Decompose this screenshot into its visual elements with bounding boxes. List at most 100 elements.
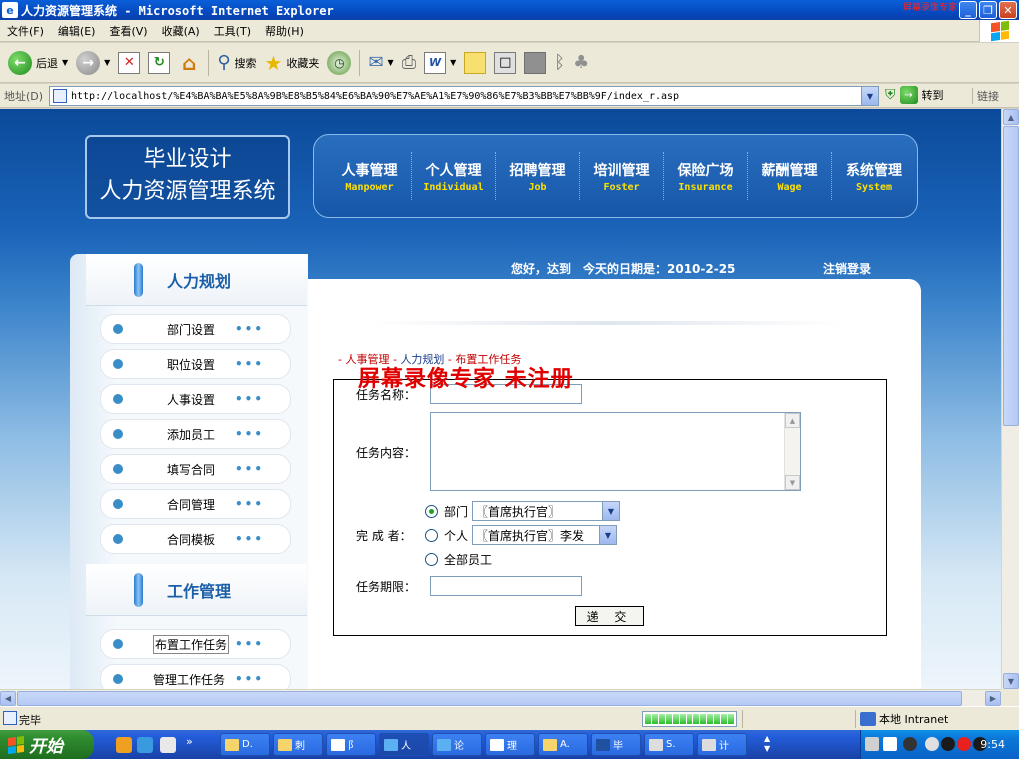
qq-icon[interactable] [941,737,955,751]
sidebar-item-contract-template[interactable]: 合同模板 ••• [100,524,291,554]
department-select[interactable]: 〖首席执行官〗 ▼ [472,501,620,521]
deadline-input[interactable] [430,576,582,596]
tool-button-2[interactable] [520,47,550,79]
menu-edit[interactable]: 编辑(E) [51,23,103,39]
sidebar-item-contract-manage[interactable]: 合同管理 ••• [100,489,291,519]
scroll-up-icon[interactable]: ▲ [1003,109,1019,125]
scroll-right-icon[interactable]: ▶ [985,691,1001,706]
ie-icon: e [2,2,18,18]
go-button[interactable]: ⛨ → 转到 [885,86,944,104]
notes-button[interactable] [460,47,490,79]
sidebar-item-fill-contract[interactable]: 填写合同 ••• [100,454,291,484]
chevron-right-icon[interactable]: » [186,735,193,748]
person-select[interactable]: 〖首席执行官〗李发 ▼ [472,525,617,545]
nav-wage[interactable]: 薪酬管理 Wage [748,152,832,200]
menu-help[interactable]: 帮助(H) [258,23,311,39]
menu-file[interactable]: 文件(F) [0,23,51,39]
quicklaunch-icon[interactable] [116,737,132,753]
scroll-up-icon[interactable]: ▲ [785,413,800,428]
sidebar-item-add-employee[interactable]: 添加员工 ••• [100,419,291,449]
taskbar-item-8[interactable]: 毕 [591,733,641,756]
taskbar-item-4[interactable]: 人 [379,733,429,756]
menu-tools[interactable]: 工具(T) [207,23,258,39]
submit-button[interactable]: 递 交 [575,606,644,626]
pill-icon [134,262,143,297]
task-content-textarea[interactable]: ▲ ▼ [430,412,801,491]
messenger-button[interactable]: ♣ [569,47,593,79]
taskbar-item-5[interactable]: 论 [432,733,482,756]
page-icon [53,89,67,103]
taskbar-item-1[interactable]: D. [220,733,270,756]
favorites-button[interactable]: ★ 收藏夹 [261,47,324,79]
bluetooth-button[interactable]: ᛒ [550,47,569,79]
history-icon: ◷ [327,50,352,75]
mail-button[interactable]: ✉ ▼ [364,47,397,79]
links-button[interactable]: 链接 [972,88,999,104]
scroll-down-icon[interactable]: ▼ [785,475,800,490]
taskbar-scroll[interactable]: ▲ ▼ [764,734,770,754]
sidebar-item-assign-task[interactable]: 布置工作任务 ••• [100,629,291,659]
scroll-thumb[interactable] [17,691,962,706]
minimize-button[interactable]: _ [959,1,977,19]
search-button[interactable]: ⚲ 搜索 [213,47,260,79]
computer-icon [702,738,716,751]
refresh-button[interactable]: ↻ [144,47,174,79]
chevron-down-icon: ▼ [602,502,619,520]
bullet-icon [113,639,123,649]
forward-button[interactable]: → ▼ [72,47,114,79]
tool-button-1[interactable]: □ [490,47,520,79]
nav-system[interactable]: 系统管理 System [832,152,916,200]
textarea-scrollbar[interactable]: ▲ ▼ [784,413,800,490]
radio-person[interactable] [425,529,438,542]
menu-favorites[interactable]: 收藏(A) [155,23,207,39]
stop-button[interactable]: ✕ [114,47,144,79]
arrow-icon[interactable] [925,737,939,751]
logout-link[interactable]: 注销登录 [823,260,871,277]
nav-insurance[interactable]: 保险广场 Insurance [664,152,748,200]
taskbar-item-7[interactable]: A. [538,733,588,756]
bullet-icon [113,394,123,404]
taskbar-item-2[interactable]: 刺 [273,733,323,756]
folder-icon [225,738,239,751]
nav-individual[interactable]: 个人管理 Individual [412,152,496,200]
scroll-down-icon[interactable]: ▼ [1003,673,1019,689]
bullet-icon [113,499,123,509]
maximize-button[interactable]: ❐ [979,1,997,19]
horizontal-scrollbar[interactable]: ◀ ▶ [0,689,1001,706]
scroll-thumb[interactable] [1003,126,1019,426]
address-input[interactable]: http://localhost/%E4%BA%BA%E5%8A%9B%E8%B… [49,86,879,106]
taskbar-item-3[interactable]: 阝 [326,733,376,756]
taskbar-item-6[interactable]: 理 [485,733,535,756]
edit-button[interactable]: W ▼ [420,47,460,79]
radio-all-employees[interactable] [425,553,438,566]
quicklaunch-icon[interactable] [160,737,176,753]
sidebar-item-manage-task[interactable]: 管理工作任务 ••• [100,664,291,689]
close-button[interactable]: ✕ [999,1,1017,19]
chevron-down-icon: ▼ [450,58,457,67]
greeting-text: 您好，达到 今天的日期是：2010-2-25 [511,262,736,276]
menu-view[interactable]: 查看(V) [102,23,154,39]
scroll-left-icon[interactable]: ◀ [0,691,16,706]
taskbar-item-10[interactable]: 计 [697,733,747,756]
nav-foster[interactable]: 培训管理 Foster [580,152,664,200]
back-button[interactable]: ← 后退 ▼ [4,47,72,79]
vertical-scrollbar[interactable]: ▲ ▼ [1001,109,1019,689]
home-button[interactable]: ⌂ [174,47,204,79]
keyboard-icon[interactable] [865,737,879,751]
volume-icon[interactable] [903,737,917,751]
quicklaunch-icon[interactable] [137,737,153,753]
history-button[interactable]: ◷ [323,47,355,79]
qq-icon[interactable] [957,737,971,751]
print-button[interactable]: ⎙ [398,47,420,79]
home-icon: ⌂ [182,50,197,75]
taskbar-item-9[interactable]: S. [644,733,694,756]
nav-manpower[interactable]: 人事管理 Manpower [328,152,412,200]
chevron-down-icon[interactable]: ▼ [861,87,878,105]
radio-department[interactable] [425,505,438,518]
nav-job[interactable]: 招聘管理 Job [496,152,580,200]
sidebar-item-department[interactable]: 部门设置 ••• [100,314,291,344]
sidebar-item-personnel[interactable]: 人事设置 ••• [100,384,291,414]
start-button[interactable]: 开始 [0,730,94,759]
help-icon[interactable] [883,737,897,751]
sidebar-item-position[interactable]: 职位设置 ••• [100,349,291,379]
